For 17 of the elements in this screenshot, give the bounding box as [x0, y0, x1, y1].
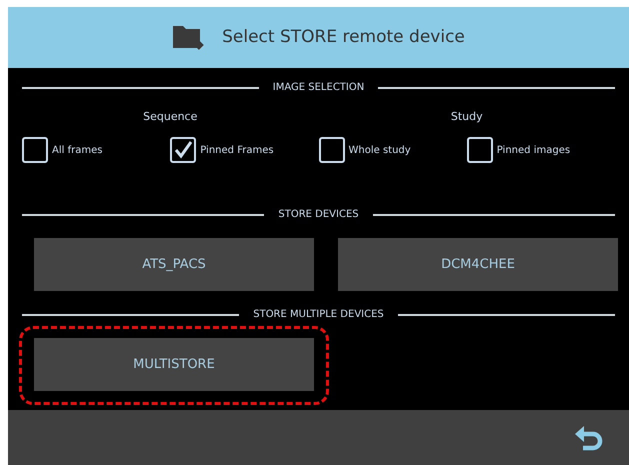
option-label: Whole study: [348, 144, 411, 158]
section-heading: IMAGE SELECTION: [272, 81, 366, 95]
device-button[interactable]: DCM4CHEE: [338, 238, 618, 291]
checkbox[interactable]: [466, 137, 493, 163]
group-label: Sequence: [143, 110, 198, 123]
device-button[interactable]: ATS_PACS: [34, 238, 314, 291]
device-button[interactable]: MULTISTORE: [34, 338, 314, 391]
dialog-title: Select STORE remote device: [222, 26, 465, 49]
checkbox[interactable]: [170, 137, 196, 163]
option-label: Pinned images: [496, 144, 570, 158]
section-heading: STORE DEVICES: [277, 208, 360, 222]
group-label: Study: [450, 110, 483, 123]
checkbox[interactable]: [318, 137, 344, 163]
option-label: All frames: [52, 144, 102, 158]
section-heading: STORE MULTIPLE DEVICES: [252, 308, 385, 322]
checkbox[interactable]: [22, 137, 48, 163]
option-label: Pinned Frames: [200, 144, 274, 158]
